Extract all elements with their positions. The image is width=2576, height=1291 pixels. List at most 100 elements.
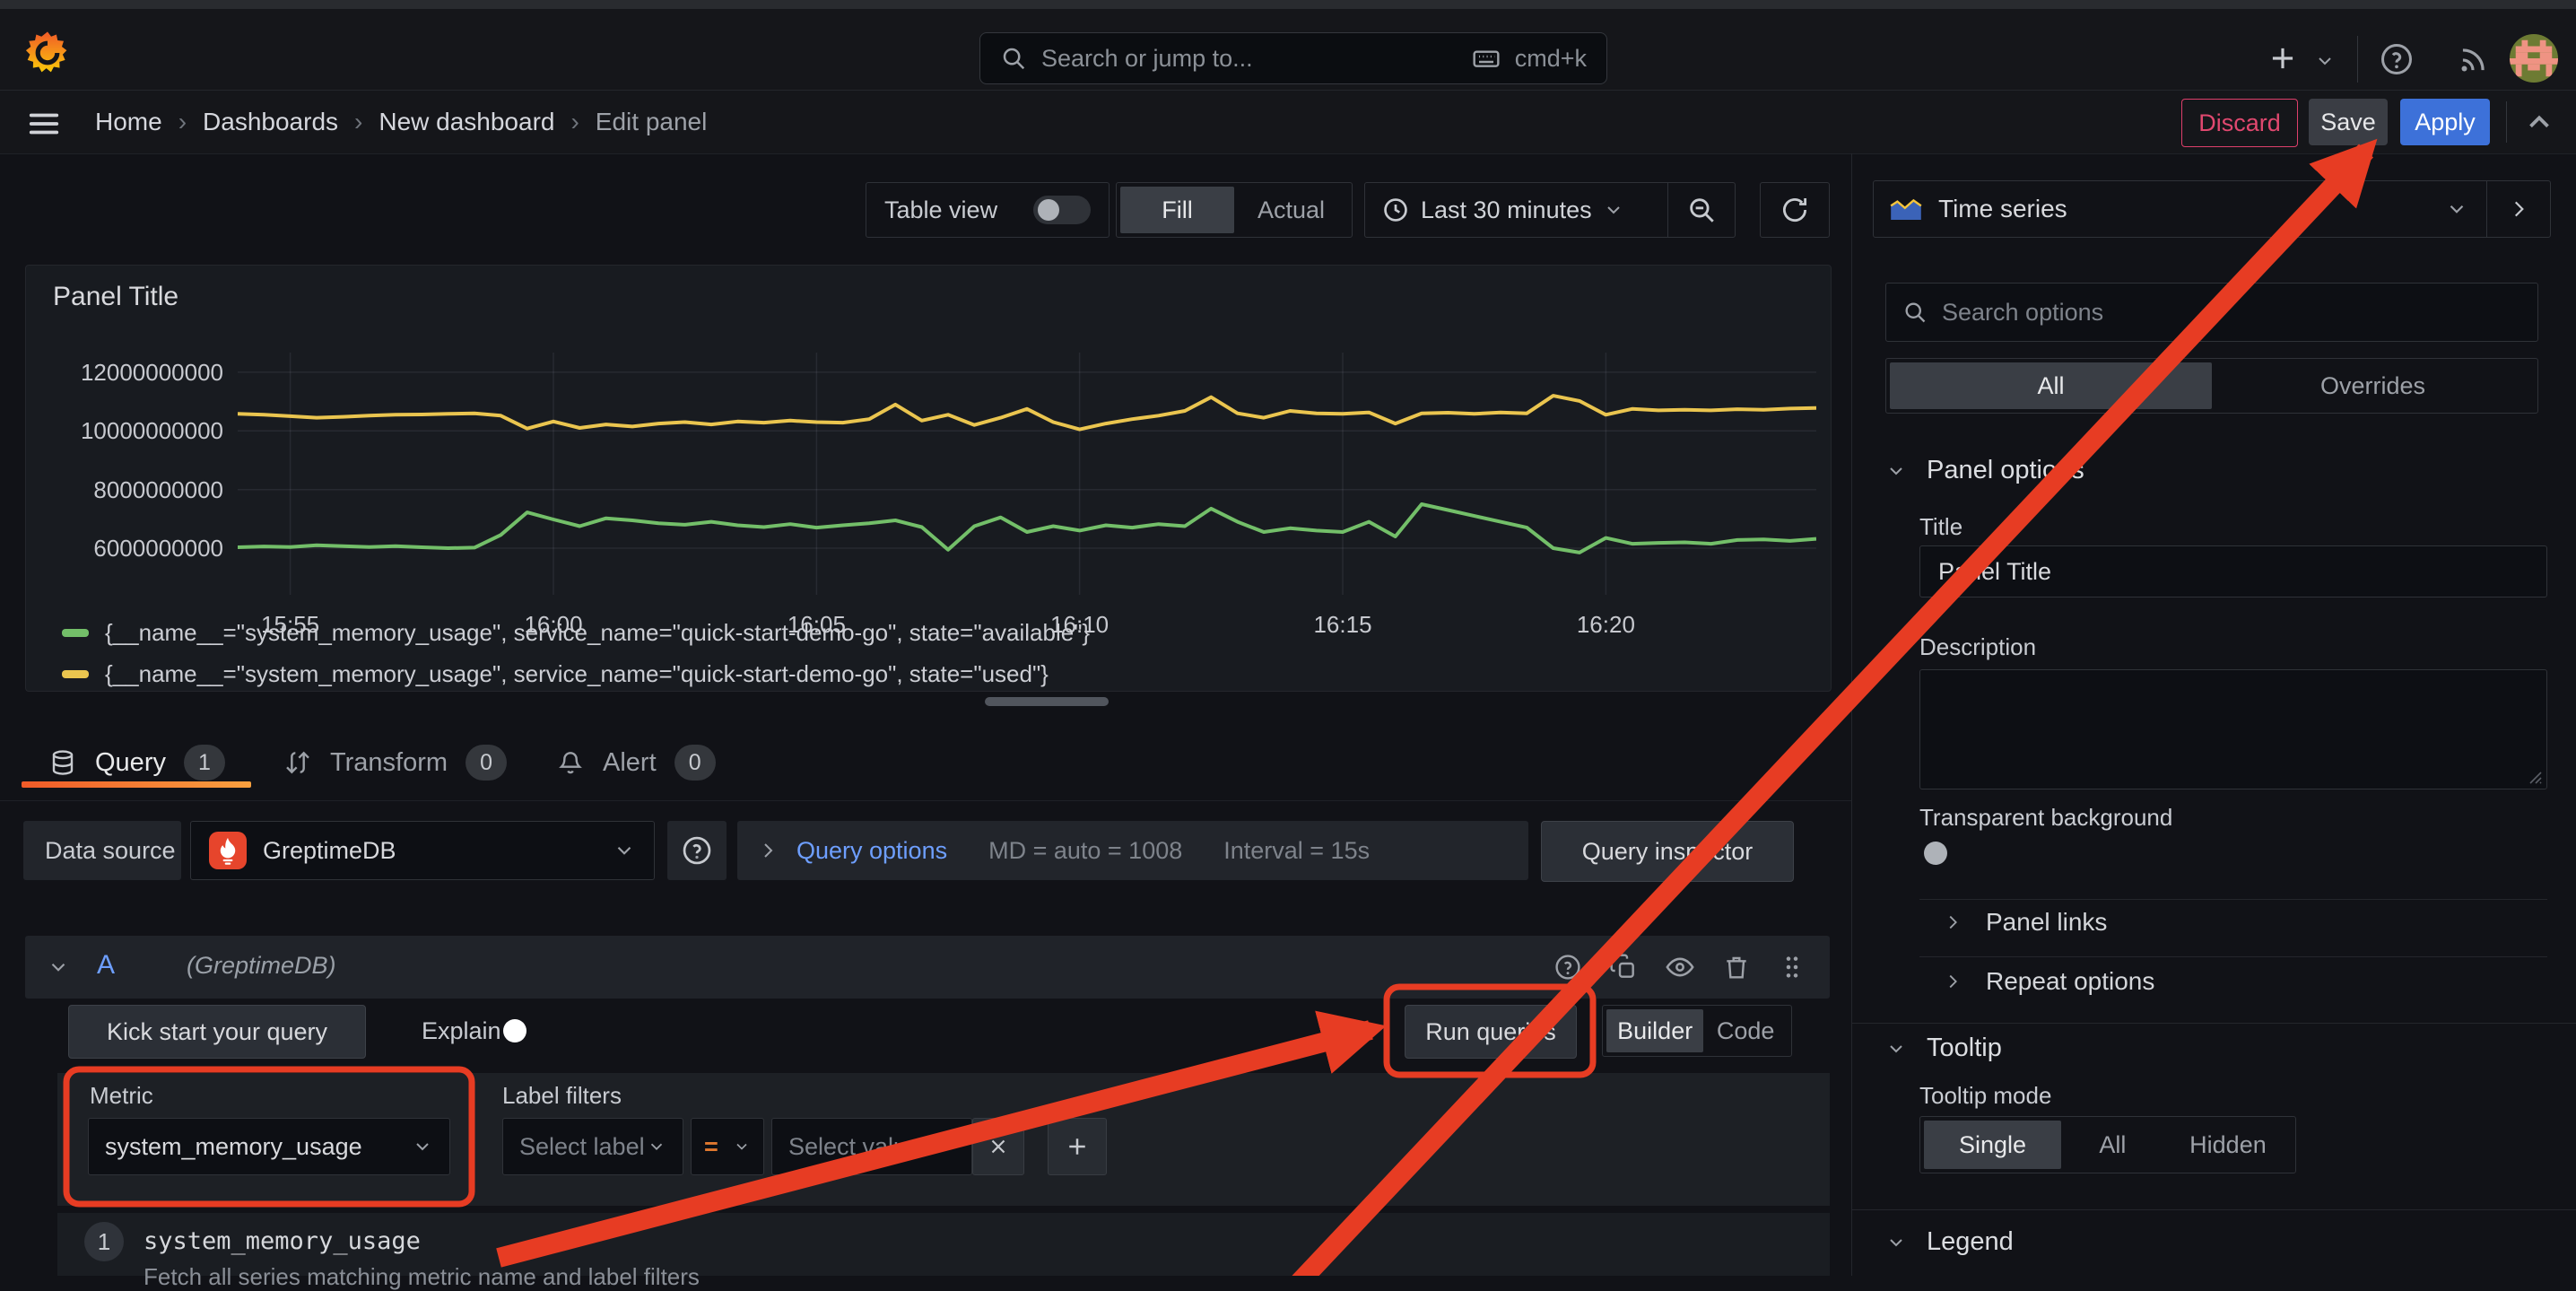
visualization-picker[interactable]: Time series (1873, 180, 2551, 238)
interval: Interval = 15s (1223, 837, 1370, 865)
actual-option[interactable]: Actual (1234, 187, 1348, 233)
editor-tabs: Query 1 Transform 0 Alert 0 (0, 734, 1851, 801)
table-view-toggle[interactable] (1033, 196, 1091, 224)
resize-handle-icon[interactable] (2523, 765, 2543, 785)
tooltip-mode-all[interactable]: All (2061, 1121, 2164, 1169)
legend-item[interactable]: {__name__="system_memory_usage", service… (62, 660, 1090, 687)
chart-legend: {__name__="system_memory_usage", service… (62, 619, 1090, 702)
builder-option[interactable]: Builder (1606, 1009, 1703, 1052)
breadcrumb-new-dashboard[interactable]: New dashboard (379, 108, 554, 136)
query-ref-id[interactable]: A (97, 950, 115, 981)
help-icon[interactable] (2379, 41, 2415, 77)
trash-icon[interactable] (1722, 953, 1751, 981)
datasource-help-button[interactable] (667, 821, 727, 880)
add-icon[interactable] (2266, 41, 2300, 75)
section-divider (1851, 1023, 2576, 1024)
legend-title: Legend (1927, 1227, 2014, 1257)
chevron-down-icon[interactable] (2314, 50, 2336, 72)
tooltip-mode-hidden[interactable]: Hidden (2164, 1121, 2292, 1169)
explain-label: Explain (422, 1017, 501, 1045)
breadcrumb-separator: › (351, 108, 366, 136)
eye-icon[interactable] (1665, 952, 1695, 982)
panel-links-label: Panel links (1986, 908, 2107, 937)
global-search-input[interactable]: Search or jump to... cmd+k (979, 32, 1607, 84)
operator-dropdown[interactable]: = (691, 1118, 764, 1175)
query-options-bar[interactable]: Query options MD = auto = 1008 Interval … (737, 821, 1528, 880)
help-icon[interactable] (1553, 953, 1582, 981)
chart-panel[interactable]: Panel Title 6000000000800000000010000000… (25, 265, 1832, 692)
time-range-picker[interactable]: Last 30 minutes (1364, 182, 1736, 238)
legend-label: {__name__="system_memory_usage", service… (105, 619, 1090, 647)
breadcrumb-separator: › (175, 108, 190, 136)
metric-select[interactable]: system_memory_usage (88, 1118, 450, 1175)
breadcrumb-separator: › (567, 108, 582, 136)
tab-alert[interactable]: Alert 0 (556, 745, 716, 781)
legend-item[interactable]: {__name__="system_memory_usage", service… (62, 619, 1090, 646)
remove-filter-button[interactable] (972, 1118, 1024, 1175)
zoom-out-icon[interactable] (1668, 195, 1735, 225)
chevron-down-icon[interactable] (47, 955, 70, 979)
code-option[interactable]: Code (1703, 1009, 1788, 1052)
fill-option[interactable]: Fill (1120, 187, 1234, 233)
table-view-label: Table view (884, 196, 997, 224)
options-search-input[interactable] (1940, 298, 2521, 327)
chevron-down-icon (412, 1136, 433, 1157)
rss-icon[interactable] (2456, 43, 2490, 77)
section-divider (1851, 1209, 2576, 1210)
tooltip-mode-switch: Single All Hidden (1919, 1116, 2296, 1173)
panel-options-header[interactable]: Panel options (1885, 456, 2084, 485)
series-line (238, 396, 1816, 430)
preview-query-text: system_memory_usage (144, 1227, 421, 1255)
collapse-pane-icon[interactable] (2522, 105, 2556, 139)
select-label-dropdown[interactable]: Select label (502, 1118, 683, 1175)
refresh-button[interactable] (1760, 182, 1830, 238)
divider (1919, 899, 2547, 900)
description-input[interactable] (1936, 681, 2530, 781)
collapse-options-icon[interactable] (2487, 197, 2550, 221)
drag-handle-icon[interactable] (1778, 953, 1806, 981)
angle-right-icon (757, 840, 779, 861)
panel-title-input[interactable] (1936, 557, 2530, 587)
select-value-dropdown[interactable]: Select value (771, 1118, 972, 1175)
tab-alert-label: Alert (603, 748, 657, 778)
transform-icon (283, 748, 312, 777)
description-field[interactable] (1919, 669, 2547, 789)
tooltip-mode-single[interactable]: Single (1924, 1121, 2061, 1169)
duplicate-icon[interactable] (1609, 953, 1638, 981)
search-icon (1000, 45, 1027, 72)
clock-icon (1381, 196, 1410, 224)
breadcrumb-dashboards[interactable]: Dashboards (203, 108, 338, 136)
legend-header[interactable]: Legend (1885, 1227, 2014, 1257)
apply-button[interactable]: Apply (2400, 99, 2490, 145)
panel-title-field[interactable] (1919, 545, 2547, 598)
tab-transform[interactable]: Transform 0 (283, 745, 507, 781)
tab-all[interactable]: All (1890, 362, 2212, 409)
grafana-logo-icon[interactable] (23, 29, 72, 77)
chevron-down-icon (733, 1138, 751, 1156)
save-button[interactable]: Save (2309, 99, 2388, 145)
panel-links-row[interactable]: Panel links (1943, 908, 2107, 937)
run-queries-button[interactable]: Run queries (1405, 1005, 1577, 1059)
query-row-header[interactable]: A (GreptimeDB) (25, 936, 1830, 999)
chevron-down-icon (647, 1137, 666, 1156)
options-search[interactable] (1885, 283, 2538, 342)
repeat-options-row[interactable]: Repeat options (1943, 967, 2154, 996)
keyboard-icon (1472, 44, 1501, 73)
tab-query[interactable]: Query 1 (48, 745, 225, 781)
add-filter-button[interactable] (1048, 1118, 1107, 1175)
tooltip-header[interactable]: Tooltip (1885, 1034, 2002, 1063)
kickstart-query-button[interactable]: Kick start your query (68, 1005, 366, 1059)
tab-overrides[interactable]: Overrides (2212, 362, 2534, 409)
chevron-right-icon (1943, 972, 1962, 991)
avatar[interactable] (2510, 34, 2558, 83)
x-axis-tick-label: 16:15 (1313, 611, 1371, 639)
datasource-select[interactable]: GreptimeDB (190, 821, 655, 880)
topnav-divider (2357, 36, 2358, 83)
discard-button[interactable]: Discard (2181, 99, 2298, 147)
horizontal-scrollbar-thumb[interactable] (985, 697, 1109, 706)
time-range-label: Last 30 minutes (1421, 196, 1592, 224)
menu-icon[interactable] (27, 107, 61, 141)
query-inspector-button[interactable]: Query inspector (1541, 821, 1794, 882)
transparent-background-label: Transparent background (1919, 804, 2172, 832)
breadcrumb-home[interactable]: Home (95, 108, 162, 136)
